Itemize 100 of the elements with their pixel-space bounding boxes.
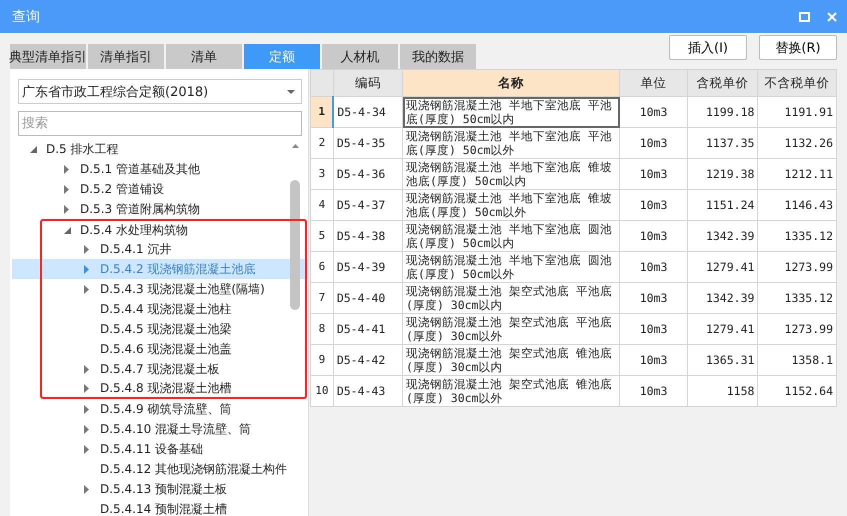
expand-arrow-icon[interactable] [64,164,69,174]
expand-arrow-icon[interactable] [84,264,89,274]
table-cell: 1191.91 [758,96,836,128]
column-header[interactable]: 编码 [333,70,403,96]
tree-item[interactable]: D.5.1 管道基础及其他 [12,159,308,179]
table-cell: 1151.24 [687,190,758,220]
column-header[interactable]: 名称 [402,70,620,96]
expand-arrow-icon[interactable] [84,484,89,494]
table-cell: 现浇钢筋混凝土池 半地下室池底 锥坡池底(厚度) 50cm以内 [402,158,620,190]
row-number[interactable]: 9 [310,344,334,376]
collapse-arrow-icon[interactable] [30,146,37,152]
expand-arrow-icon[interactable] [84,244,89,254]
table-cell: D5-4-34 [333,96,403,128]
row-number[interactable]: 8 [310,314,334,344]
column-header[interactable]: 含税单价 [687,70,758,96]
tree-label: D.5.1 管道基础及其他 [80,160,200,178]
search-field[interactable]: 搜索 [18,111,302,136]
row-number[interactable]: 5 [310,220,334,252]
expand-arrow-icon[interactable] [64,204,69,214]
scroll-up-icon[interactable] [292,144,298,148]
tree-item[interactable]: D.5.4.9 砌筑导流壁、筒 [12,399,308,419]
tree-label: D.5.4.5 现浇混凝土池梁 [100,320,232,338]
table-cell: D5-4-37 [333,190,403,220]
table-cell: D5-4-39 [333,252,403,282]
tab[interactable]: 人材机 [322,44,398,69]
table-cell: 现浇钢筋混凝土池 半地下室池底 圆池底(厚度) 50cm以内 [402,220,620,252]
column-header[interactable]: 不含税单价 [758,70,836,96]
scroll-thumb[interactable] [290,180,300,310]
expand-arrow-icon[interactable] [64,184,69,194]
column-header[interactable]: 单位 [620,70,688,96]
tree-label: D.5.4.13 预制混凝土板 [100,480,228,498]
row-number[interactable]: 10 [310,376,334,406]
tree-item[interactable]: D.5.4.13 预制混凝土板 [12,479,308,499]
tree-item[interactable]: D.5.4.14 预制混凝土槽 [12,499,308,516]
table-cell: 1273.99 [758,252,836,282]
tree-label: D.5.4 水处理构筑物 [80,222,188,238]
library-dropdown[interactable]: 广东省市政工程综合定额(2018) [18,79,302,104]
row-number[interactable]: 1 [310,96,334,128]
table-cell: 1279.41 [687,252,758,282]
row-number[interactable]: 2 [310,128,334,158]
table-cell: D5-4-43 [333,376,403,406]
table-cell: 10m3 [620,190,688,220]
tree-label: D.5.3 管道附属构筑物 [80,200,200,218]
expand-arrow-icon[interactable] [84,424,89,434]
table-cell: 1219.38 [687,158,758,190]
tree-label: D.5.4.11 设备基础 [100,440,204,458]
tree-item[interactable]: D.5.4.8 现浇混凝土池槽 [12,379,308,399]
table-cell: D5-4-42 [333,344,403,376]
expand-arrow-icon[interactable] [84,364,89,374]
collapse-arrow-icon[interactable] [64,226,71,234]
tree-item[interactable]: D.5.4.10 混凝土导流壁、筒 [12,419,308,439]
table-cell: 1132.26 [758,128,836,158]
table-cell: 10m3 [620,344,688,376]
tab[interactable]: 我的数据 [400,44,476,69]
tree-label: D.5.4.9 砌筑导流壁、筒 [100,400,232,418]
tree-item[interactable]: D.5.4.12 其他现浇钢筋混凝土构件 [12,459,308,479]
tab[interactable]: 清单 [166,44,242,69]
tree-item[interactable]: D.5 排水工程 [12,139,308,159]
tree-item[interactable]: D.5.4.7 现浇混凝土板 [12,359,308,379]
tree-label: D.5.4.14 预制混凝土槽 [100,500,228,516]
action-button[interactable]: 插入(I) [669,35,747,60]
action-button[interactable]: 替换(R) [759,35,837,60]
table-cell: 1358.1 [758,344,836,376]
tree-label: D.5.4.8 现浇混凝土池槽 [100,380,232,396]
table-cell: 10m3 [620,376,688,406]
table-cell: 1335.12 [758,220,836,252]
close-icon[interactable] [827,12,837,22]
table-cell: D5-4-40 [333,282,403,314]
table-cell: 1342.39 [687,220,758,252]
row-number[interactable]: 4 [310,190,334,220]
tree-item[interactable]: D.5.4.6 现浇混凝土池盖 [12,339,308,359]
expand-arrow-icon[interactable] [84,404,89,414]
tree-item[interactable]: D.5.3 管道附属构筑物 [12,199,308,219]
maximize-icon[interactable] [799,12,810,22]
tree-label: D.5.4.1 沉井 [100,240,172,258]
expand-arrow-icon[interactable] [84,284,89,294]
table-cell: 现浇钢筋混凝土池 半地下室池底 圆池底(厚度) 50cm以外 [402,252,620,282]
table-cell: 10m3 [620,220,688,252]
expand-arrow-icon[interactable] [84,384,89,392]
row-number[interactable]: 6 [310,252,334,282]
table-cell: 1199.18 [687,96,758,128]
tab[interactable]: 典型清单指引 [10,44,86,69]
row-number[interactable]: 3 [310,158,334,190]
tree-item[interactable]: D.5.2 管道铺设 [12,179,308,199]
tree-item[interactable]: D.5.4.5 现浇混凝土池梁 [12,319,308,339]
table-cell: 1335.12 [758,282,836,314]
table-cell: 1158 [687,376,758,406]
table-cell: 10m3 [620,252,688,282]
dropdown-caret-icon [287,90,295,94]
table-cell: 10m3 [620,128,688,158]
expand-arrow-icon[interactable] [84,444,89,454]
tab[interactable]: 清单指引 [88,44,164,69]
table-cell: 10m3 [620,158,688,190]
table-cell: D5-4-35 [333,128,403,158]
table-cell: 1365.31 [687,344,758,376]
table-cell: D5-4-38 [333,220,403,252]
tree-item[interactable]: D.5.4.11 设备基础 [12,439,308,459]
table-cell: D5-4-41 [333,314,403,344]
table-cell: 现浇钢筋混凝土池 架空式池底 平池底(厚度) 30cm以外 [402,314,620,344]
row-number[interactable]: 7 [310,282,334,314]
